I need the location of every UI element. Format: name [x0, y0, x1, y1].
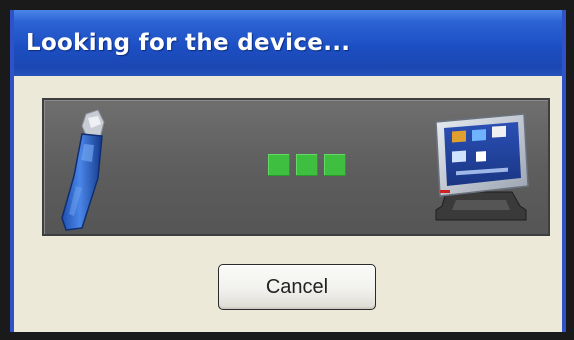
connection-progress-panel	[42, 98, 550, 236]
ultrasound-probe-icon	[61, 109, 105, 231]
dialog-title: Looking for the device...	[26, 30, 351, 56]
title-bar[interactable]: Looking for the device...	[14, 10, 562, 76]
progress-indicator	[268, 154, 346, 176]
progress-dot	[324, 154, 346, 176]
monitor-device-icon	[435, 113, 529, 221]
dialog-content: Cancel	[14, 76, 562, 332]
cancel-button[interactable]: Cancel	[218, 264, 376, 310]
device-search-dialog: Looking for the device... Cancel	[10, 10, 566, 332]
progress-dot	[268, 154, 290, 176]
progress-dot	[296, 154, 318, 176]
